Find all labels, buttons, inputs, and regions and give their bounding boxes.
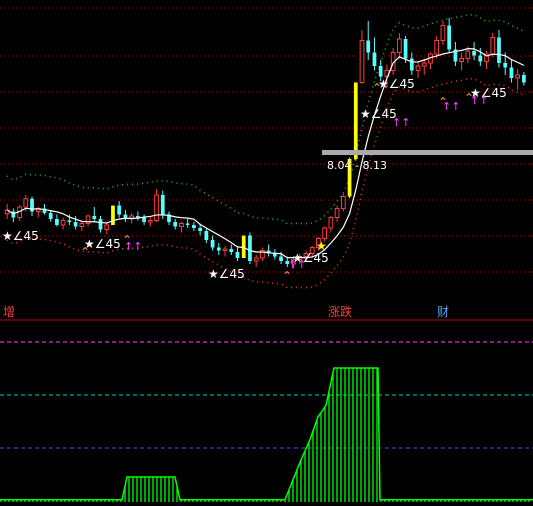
arrow-icon: ⌃ xyxy=(282,269,292,283)
panel-label: 财 xyxy=(437,305,449,319)
candle-body xyxy=(73,222,78,227)
candle-body xyxy=(447,25,452,50)
candle-body xyxy=(248,235,252,261)
candle-body xyxy=(472,51,476,56)
arrow-icon: ⌃ xyxy=(372,81,382,95)
candle-body xyxy=(372,52,377,66)
candle-body xyxy=(253,257,259,262)
star-icon: ★ xyxy=(316,239,327,253)
candle-body xyxy=(147,220,153,223)
candle-body xyxy=(60,220,66,226)
candle-body xyxy=(210,240,215,248)
arrow-icon: ⌃ xyxy=(80,245,90,259)
pair-icon: ↑↑ xyxy=(470,94,488,107)
candle-body xyxy=(509,67,514,78)
candle-body xyxy=(192,225,196,228)
candle-body xyxy=(216,247,221,251)
pair-icon: ↑↑ xyxy=(392,116,410,129)
candle-body xyxy=(135,216,140,218)
resistance-label: 8.04 - 8.13 xyxy=(327,159,387,172)
candle-body xyxy=(222,248,228,251)
signal-label: ★∠45 xyxy=(2,229,39,243)
candle-body xyxy=(503,63,508,68)
candle-body xyxy=(366,40,371,53)
candle-body xyxy=(396,38,402,53)
candle-body xyxy=(229,249,234,252)
candle-body xyxy=(23,198,29,208)
pair-icon: ↑↑ xyxy=(124,240,142,253)
candle-body xyxy=(48,213,53,219)
signal-label: ★∠45 xyxy=(378,77,415,91)
candle-body xyxy=(328,217,334,229)
candle-body xyxy=(30,198,34,212)
panel-label: 涨跌 xyxy=(328,304,352,319)
candle-body xyxy=(55,219,59,225)
candle-body xyxy=(334,208,340,218)
candle-body xyxy=(154,194,159,221)
panel-label: 增 xyxy=(3,305,15,319)
candle-body xyxy=(204,231,209,240)
signal-label: ★∠45 xyxy=(208,267,245,281)
candle-body xyxy=(515,74,521,79)
candle-body xyxy=(160,195,165,215)
candle-body xyxy=(415,65,421,71)
candle-body xyxy=(92,216,97,219)
candle-body xyxy=(378,66,383,77)
candle-body xyxy=(409,58,414,71)
pair-icon: ↑↑ xyxy=(442,100,460,113)
candle-body xyxy=(522,75,526,83)
candle-body xyxy=(185,223,190,225)
candle-body xyxy=(98,219,103,230)
candle-body xyxy=(497,37,501,63)
candle-body xyxy=(279,256,283,261)
candle-body xyxy=(79,223,85,227)
candle-body xyxy=(322,227,328,239)
candle-body xyxy=(440,25,446,41)
candle-body xyxy=(490,37,496,55)
pair-icon: ↑↑ xyxy=(288,258,306,271)
candle-body xyxy=(478,55,483,62)
resistance-bar xyxy=(322,150,533,155)
candle-body xyxy=(241,235,246,258)
candle-body xyxy=(465,50,471,59)
candle-body xyxy=(235,252,240,258)
candle-body xyxy=(434,40,440,55)
candle-body xyxy=(359,40,365,83)
candle-body xyxy=(459,58,464,62)
candle-body xyxy=(198,228,202,231)
candle-body xyxy=(353,82,358,159)
candle-body xyxy=(421,62,427,67)
candle-body xyxy=(173,222,178,227)
candle-body xyxy=(340,196,346,209)
candle-body xyxy=(111,205,115,225)
candle-body xyxy=(104,224,110,230)
candle-body xyxy=(403,39,408,59)
candle-body xyxy=(179,223,184,227)
candle-body xyxy=(67,220,72,222)
stock-chart: 8.04 - 8.13 ★∠45★∠45★∠45★∠45★∠45★∠45★∠45… xyxy=(0,0,533,506)
candle-body xyxy=(142,217,146,222)
candle-body xyxy=(117,205,122,215)
